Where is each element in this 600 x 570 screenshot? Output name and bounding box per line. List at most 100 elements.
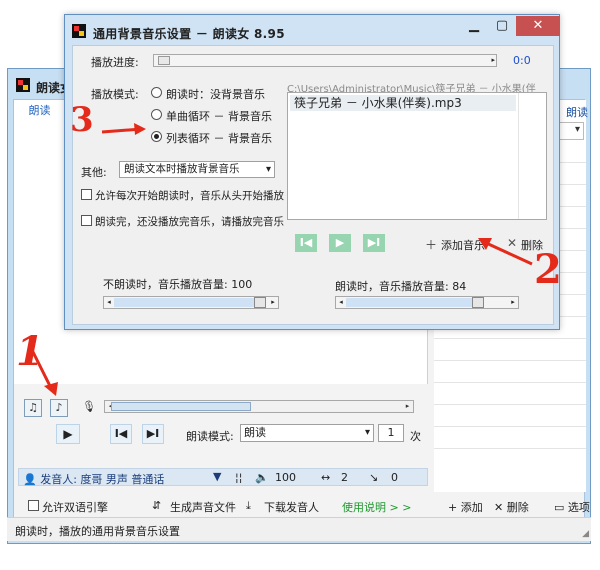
finish-music-checkbox[interactable]: [81, 215, 92, 226]
tab-read[interactable]: 朗读: [14, 100, 66, 122]
restart-music-label[interactable]: 允许每次开始朗读时，音乐从头开始播放: [95, 188, 284, 203]
annotation-arrow-3: [101, 123, 146, 135]
repeat-unit-label: 次: [410, 430, 421, 443]
chevron-down-icon: ▾: [364, 427, 370, 438]
playback-progress-slider[interactable]: ▸: [153, 54, 497, 67]
arrow-right-icon[interactable]: ▸: [268, 297, 278, 308]
arrow-right-icon[interactable]: ▸: [508, 297, 518, 308]
previous-button[interactable]: I◀: [110, 424, 132, 444]
slider-thumb[interactable]: [111, 402, 251, 411]
help-link[interactable]: 使用说明 > >: [342, 499, 411, 515]
idle-volume-label: 不朗读时，音乐播放音量: 100: [103, 278, 253, 291]
previous-track-button[interactable]: I◀: [295, 234, 317, 252]
other-label: 其他:: [81, 166, 107, 179]
playlist-scroll-area: [518, 93, 546, 219]
app-logo-icon: [72, 24, 86, 38]
next-track-button[interactable]: ▶I: [363, 234, 385, 252]
slider-thumb[interactable]: [472, 297, 484, 308]
chevron-down-icon: ▾: [574, 124, 580, 135]
next-button[interactable]: ▶I: [142, 424, 164, 444]
mode-single-loop-label[interactable]: 单曲循环 － 背景音乐: [166, 108, 272, 124]
resize-grip-icon[interactable]: ◢: [582, 529, 589, 539]
annotation-arrow-1: [30, 349, 58, 396]
music-playlist[interactable]: 筷子兄弟 － 小水果(伴奏).mp3: [287, 92, 547, 220]
mode-none-radio[interactable]: [151, 87, 162, 98]
mode-none-label[interactable]: 朗读时：没背景音乐: [166, 86, 265, 102]
arrow-right-icon[interactable]: ▸: [402, 401, 413, 412]
status-bar: 朗读时，播放的通用背景音乐设置 ◢: [7, 517, 591, 541]
bilingual-engine-label: 允许双语引擎: [42, 501, 108, 514]
close-icon[interactable]: ✕: [516, 16, 560, 36]
annotation-3: 3: [70, 100, 94, 140]
bottom-actions: 允许双语引擎 ⇵ 生成声音文件 ⤓ 下载发音人 使用说明 > > + 添加 ✕ …: [14, 496, 598, 516]
play-mode-label: 播放模式:: [91, 88, 139, 101]
download-icon[interactable]: ⤓: [246, 499, 251, 513]
delete-button[interactable]: ✕ 删除: [494, 499, 529, 515]
list-item[interactable]: 筷子兄弟 － 小水果(伴奏).mp3: [290, 95, 516, 111]
chevron-down-icon[interactable]: ▼: [213, 470, 221, 483]
options-label: 选项: [567, 501, 590, 514]
read-mode-value: 朗读: [244, 426, 266, 439]
progress-label: 播放进度:: [91, 56, 139, 69]
speed-value: 2: [341, 471, 348, 484]
equalizer-icon[interactable]: ¦¦: [235, 471, 242, 484]
reading-progress-slider[interactable]: ◂ ▸: [104, 400, 414, 413]
play-button[interactable]: ▶: [56, 424, 80, 444]
list-divider: [434, 448, 586, 449]
mode-list-loop-label[interactable]: 列表循环 － 背景音乐: [166, 130, 272, 146]
restart-music-checkbox[interactable]: [81, 189, 92, 200]
slider-fill: [346, 298, 472, 307]
music-note-icon[interactable]: ♪: [50, 399, 68, 417]
list-divider: [434, 360, 586, 361]
play-music-button[interactable]: ▶: [329, 234, 351, 252]
slider-thumb[interactable]: [254, 297, 266, 308]
bilingual-engine-checkbox[interactable]: [28, 500, 39, 511]
volume-icon[interactable]: 🔈: [255, 471, 269, 484]
read-mode-label: 朗读模式:: [186, 430, 234, 443]
add-button[interactable]: + 添加: [448, 499, 483, 515]
playback-time: 0:0: [513, 54, 531, 67]
dialog-title: 通用背景音乐设置 － 朗读女 8.95: [93, 27, 285, 41]
list-divider: [434, 426, 586, 427]
plus-icon[interactable]: ＋: [425, 236, 437, 253]
reading-volume-label: 朗读时，音乐播放音量: 84: [335, 280, 467, 293]
chevron-down-icon: ▾: [265, 164, 271, 175]
mode-single-loop-radio[interactable]: [151, 109, 162, 120]
list-divider: [434, 382, 586, 383]
maximize-icon[interactable]: ▢: [488, 16, 516, 36]
finish-music-label[interactable]: 朗读完，还没播放完音乐，请播放完音乐: [95, 214, 284, 229]
status-text: 朗读时，播放的通用背景音乐设置: [15, 525, 180, 538]
speed-icon[interactable]: ↔: [321, 471, 330, 484]
slider-fill: [114, 298, 262, 307]
annotation-arrow-2: [478, 238, 533, 266]
pitch-icon[interactable]: ↘: [369, 471, 378, 484]
idle-volume-slider[interactable]: ◂ ▸: [103, 296, 279, 309]
voice-settings-bar[interactable]: 👤 发音人: 度哥 男声 普通话 ▼ ¦¦ 🔈 100 ↔ 2 ↘ 0: [18, 468, 428, 486]
download-voice-button[interactable]: 下载发音人: [264, 499, 319, 515]
mode-list-loop-radio[interactable]: [151, 131, 162, 142]
delete-label: 删除: [506, 501, 529, 514]
generate-audio-icon[interactable]: ⇵: [152, 499, 161, 512]
read-mode-select[interactable]: 朗读 ▾: [240, 424, 374, 442]
dialog-client: 播放进度: ▸ 0:0 播放模式: 朗读时：没背景音乐 单曲循环 － 背景音乐 …: [72, 45, 554, 325]
other-select[interactable]: 朗读文本时播放背景音乐 ▾: [119, 161, 275, 178]
arrow-left-icon[interactable]: ◂: [104, 297, 114, 308]
document-icon[interactable]: ♫: [24, 399, 42, 417]
list-divider: [434, 404, 586, 405]
volume-value: 100: [275, 471, 296, 484]
arrow-right-icon[interactable]: ▸: [491, 55, 495, 66]
generate-audio-button[interactable]: 生成声音文件: [170, 499, 236, 515]
background-music-dialog: 通用背景音乐设置 － 朗读女 8.95 ▁ ▢ ✕ 播放进度: ▸ 0:0 播放…: [64, 14, 560, 330]
annotation-2: 2: [534, 246, 562, 293]
options-button[interactable]: ▭ 选项: [554, 499, 590, 515]
pitch-value: 0: [391, 471, 398, 484]
speaker-select[interactable]: 👤 发音人: 度哥 男声 普通话: [23, 471, 164, 487]
add-label: 添加: [460, 501, 483, 514]
reading-volume-slider[interactable]: ◂ ▸: [335, 296, 519, 309]
arrow-left-icon[interactable]: ◂: [336, 297, 346, 308]
microphone-icon[interactable]: 🎙: [80, 399, 98, 417]
other-select-value: 朗读文本时播放背景音乐: [124, 163, 240, 175]
repeat-count-input[interactable]: 1: [378, 424, 404, 442]
minimize-icon[interactable]: ▁: [460, 16, 488, 36]
slider-thumb[interactable]: [158, 56, 170, 65]
